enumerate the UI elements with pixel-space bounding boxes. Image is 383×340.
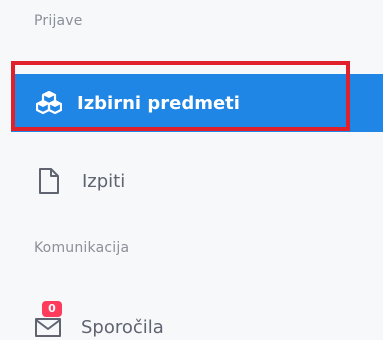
sidebar-item-label: Sporočila	[81, 316, 164, 338]
sidebar-item-izbirni-predmeti[interactable]: Izbirni predmeti	[11, 74, 383, 132]
cubes-icon	[35, 89, 63, 117]
sidebar: Prijave Izbirni predmeti Izpiti Komunika…	[0, 0, 383, 340]
sidebar-item-label: Izbirni predmeti	[77, 92, 240, 114]
sidebar-item-sporocila[interactable]: 0 Sporočila	[0, 298, 383, 340]
section-label-komunikacija: Komunikacija	[34, 240, 130, 256]
envelope-icon: 0	[27, 301, 71, 340]
sidebar-item-label: Izpiti	[82, 170, 126, 192]
sidebar-item-izpiti[interactable]: Izpiti	[0, 153, 383, 209]
unread-badge: 0	[42, 301, 62, 317]
section-label-prijave: Prijave	[34, 13, 83, 29]
document-icon	[35, 167, 63, 195]
